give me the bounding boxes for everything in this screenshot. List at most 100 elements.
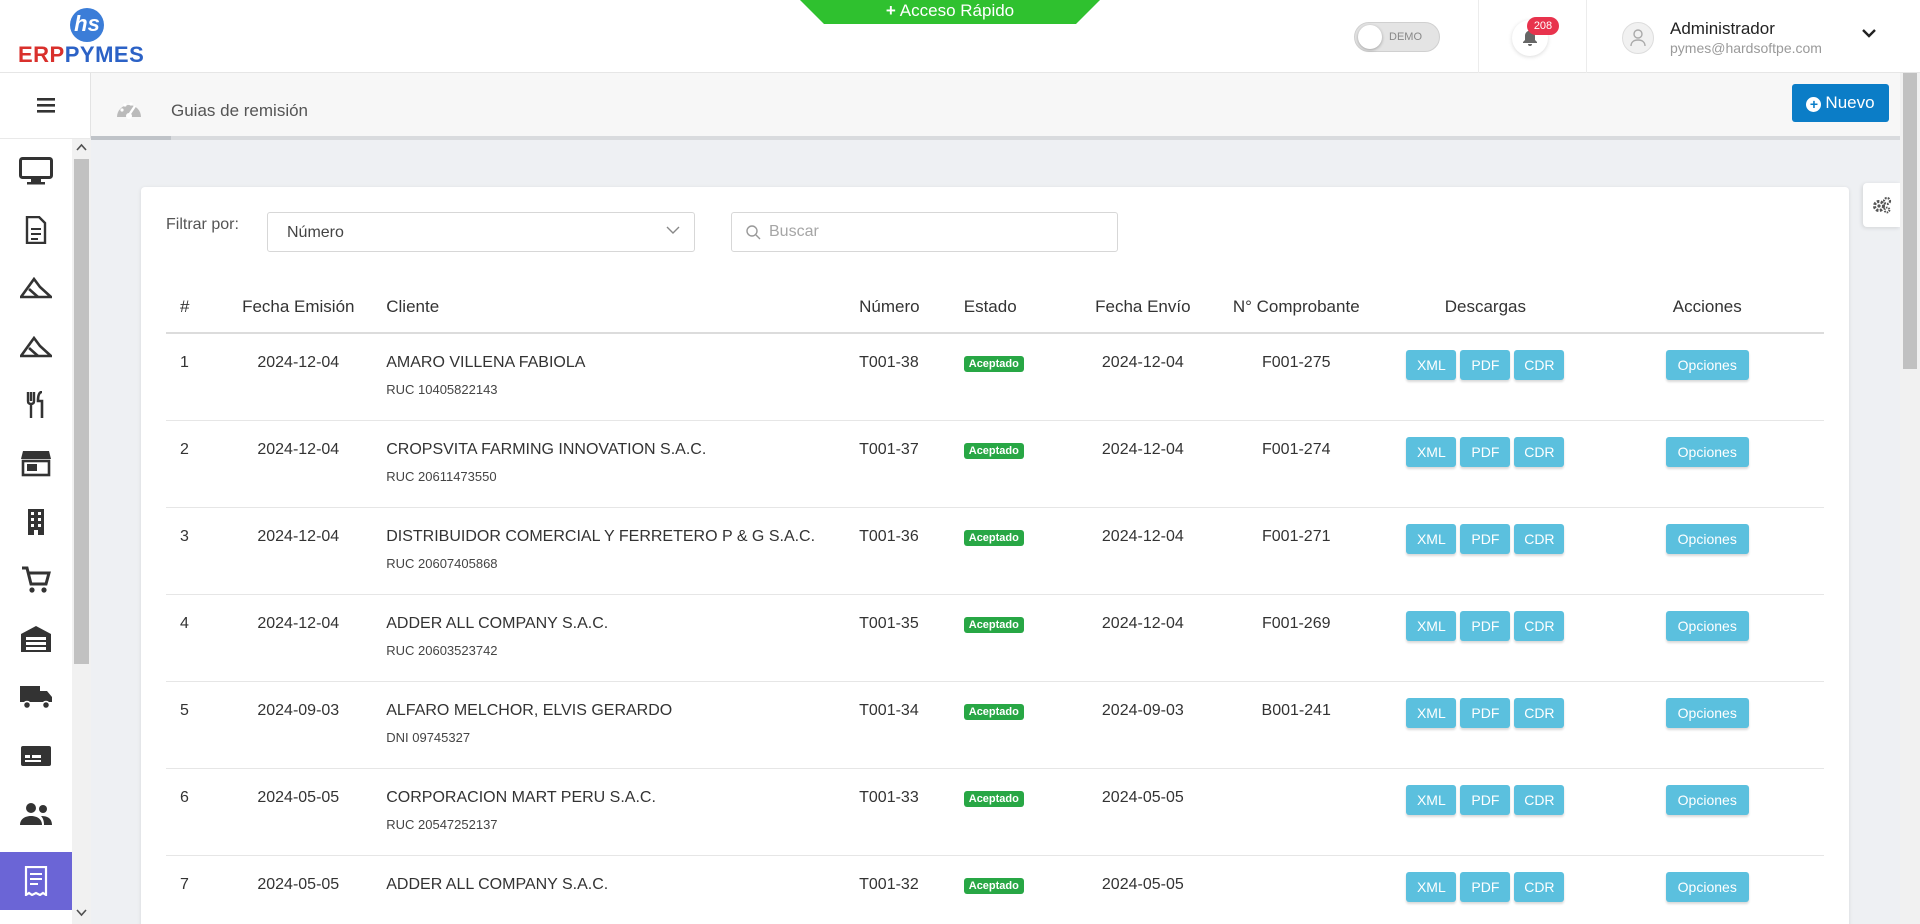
sidebar-item-travel-alt[interactable] bbox=[0, 318, 72, 376]
sidebar-scroll-thumb[interactable] bbox=[74, 159, 89, 664]
hamburger-icon bbox=[36, 98, 55, 113]
client-doc: RUC 20547252137 bbox=[386, 816, 498, 832]
client-doc: DNI 09745327 bbox=[386, 729, 471, 745]
download-cdr-button[interactable]: CDR bbox=[1514, 610, 1565, 641]
logo-wordmark: ERPPYMES bbox=[18, 42, 145, 67]
download-pdf-button[interactable]: PDF bbox=[1460, 350, 1511, 380]
row-voucher[interactable]: F001-274 bbox=[1212, 420, 1381, 508]
row-actions: Opciones bbox=[1590, 681, 1824, 769]
row-voucher[interactable] bbox=[1212, 768, 1381, 856]
cart-icon bbox=[22, 566, 51, 593]
download-pdf-button[interactable]: PDF bbox=[1460, 436, 1511, 467]
table-row: 3 2024-12-04 DISTRIBUIDOR COMERCIAL Y FE… bbox=[166, 507, 1824, 595]
menu-toggle-button[interactable] bbox=[0, 73, 91, 139]
sidebar-item-store[interactable] bbox=[0, 434, 72, 492]
options-button[interactable]: Opciones bbox=[1665, 610, 1749, 641]
row-index: 3 bbox=[166, 507, 223, 595]
status-badge: Aceptado bbox=[963, 790, 1024, 807]
new-button[interactable]: + Nuevo bbox=[1792, 84, 1889, 122]
row-status: Aceptado bbox=[959, 855, 1074, 924]
page-scroll-thumb[interactable] bbox=[1903, 73, 1917, 369]
row-voucher[interactable] bbox=[1212, 855, 1381, 924]
row-voucher[interactable]: F001-269 bbox=[1212, 594, 1381, 682]
users-icon bbox=[20, 803, 52, 825]
sidebar-item-restaurant[interactable] bbox=[0, 376, 72, 434]
scroll-down-icon[interactable] bbox=[76, 909, 87, 917]
page-scrollbar[interactable] bbox=[1900, 73, 1920, 924]
row-voucher[interactable]: F001-271 bbox=[1212, 507, 1381, 595]
download-xml-button[interactable]: XML bbox=[1406, 523, 1457, 554]
user-avatar[interactable] bbox=[1622, 22, 1654, 54]
sidebar-item-dashboard[interactable] bbox=[0, 142, 72, 200]
download-xml-button[interactable]: XML bbox=[1406, 610, 1457, 641]
search-icon bbox=[746, 225, 761, 240]
options-button[interactable]: Opciones bbox=[1665, 436, 1749, 467]
row-voucher[interactable]: F001-275 bbox=[1212, 333, 1381, 421]
download-cdr-button[interactable]: CDR bbox=[1514, 784, 1565, 815]
download-xml-button[interactable]: XML bbox=[1406, 436, 1457, 467]
sidebar-item-warehouse[interactable] bbox=[0, 610, 72, 668]
row-voucher[interactable]: B001-241 bbox=[1212, 681, 1381, 769]
options-button[interactable]: Opciones bbox=[1665, 523, 1749, 554]
plane-icon bbox=[20, 277, 52, 299]
filter-by-select[interactable]: Número bbox=[267, 212, 695, 252]
monitor-icon bbox=[19, 157, 53, 185]
chevron-down-icon bbox=[666, 226, 680, 234]
options-button[interactable]: Opciones bbox=[1665, 697, 1749, 728]
options-button[interactable]: Opciones bbox=[1665, 350, 1749, 380]
row-index: 4 bbox=[166, 594, 223, 682]
row-index: 5 bbox=[166, 681, 223, 769]
row-sent-date: 2024-12-04 bbox=[1073, 507, 1213, 595]
settings-panel-toggle[interactable] bbox=[1863, 183, 1900, 227]
download-cdr-button[interactable]: CDR bbox=[1514, 350, 1565, 380]
chevron-down-icon[interactable] bbox=[1862, 28, 1876, 38]
sidebar-item-company[interactable] bbox=[0, 493, 72, 551]
client-name: ADDER ALL COMPANY S.A.C. bbox=[386, 614, 609, 632]
sidebar-item-users[interactable] bbox=[0, 785, 72, 843]
download-xml-button[interactable]: XML bbox=[1406, 784, 1457, 815]
download-pdf-button[interactable]: PDF bbox=[1460, 784, 1511, 815]
row-downloads: XML PDF CDR bbox=[1380, 768, 1591, 856]
sidebar-item-logistics[interactable] bbox=[0, 668, 72, 726]
page-title: Guias de remisión bbox=[171, 101, 309, 120]
user-name[interactable]: Administrador bbox=[1670, 19, 1775, 39]
header-divider bbox=[1586, 0, 1587, 73]
erppymes-logo[interactable]: hs ERPPYMES bbox=[18, 8, 163, 67]
restaurant-icon bbox=[26, 391, 44, 418]
sidebar-item-travel[interactable] bbox=[0, 259, 72, 317]
download-pdf-button[interactable]: PDF bbox=[1460, 697, 1511, 728]
demo-label: DEMO bbox=[1389, 31, 1422, 43]
download-pdf-button[interactable]: PDF bbox=[1460, 871, 1511, 902]
search-input[interactable] bbox=[769, 221, 1099, 243]
download-cdr-button[interactable]: CDR bbox=[1514, 436, 1565, 467]
options-button[interactable]: Opciones bbox=[1665, 784, 1749, 815]
row-downloads: XML PDF CDR bbox=[1380, 507, 1591, 595]
sidebar-item-finance[interactable] bbox=[0, 727, 72, 785]
search-field[interactable] bbox=[731, 212, 1118, 252]
download-cdr-button[interactable]: CDR bbox=[1514, 871, 1565, 902]
download-xml-button[interactable]: XML bbox=[1406, 871, 1457, 902]
download-cdr-button[interactable]: CDR bbox=[1514, 523, 1565, 554]
sidebar-item-sales[interactable] bbox=[0, 551, 72, 609]
row-downloads: XML PDF CDR bbox=[1380, 681, 1591, 769]
download-xml-button[interactable]: XML bbox=[1406, 350, 1457, 380]
download-pdf-button[interactable]: PDF bbox=[1460, 610, 1511, 641]
quick-access-button[interactable]: + Acceso Rápido bbox=[800, 0, 1100, 24]
breadcrumb-accent bbox=[91, 136, 171, 140]
col-status: Estado bbox=[959, 287, 1074, 334]
row-issue-date: 2024-12-04 bbox=[222, 594, 375, 682]
demo-toggle[interactable]: DEMO bbox=[1354, 22, 1440, 52]
sidebar-item-dispatch-guides[interactable] bbox=[0, 852, 72, 910]
options-button[interactable]: Opciones bbox=[1665, 871, 1749, 902]
download-pdf-button[interactable]: PDF bbox=[1460, 523, 1511, 554]
sidebar-scrollbar[interactable] bbox=[72, 139, 91, 924]
client-name: ADDER ALL COMPANY S.A.C. bbox=[386, 875, 609, 893]
table-row: 6 2024-05-05 CORPORACION MART PERU S.A.C… bbox=[166, 768, 1824, 856]
status-badge: Aceptado bbox=[963, 356, 1024, 372]
sidebar-item-documents[interactable] bbox=[0, 201, 72, 259]
download-cdr-button[interactable]: CDR bbox=[1514, 697, 1565, 728]
download-xml-button[interactable]: XML bbox=[1406, 697, 1457, 728]
scroll-up-icon[interactable] bbox=[76, 143, 87, 151]
building-icon bbox=[28, 509, 44, 535]
client-doc: RUC 20603523742 bbox=[386, 642, 498, 658]
